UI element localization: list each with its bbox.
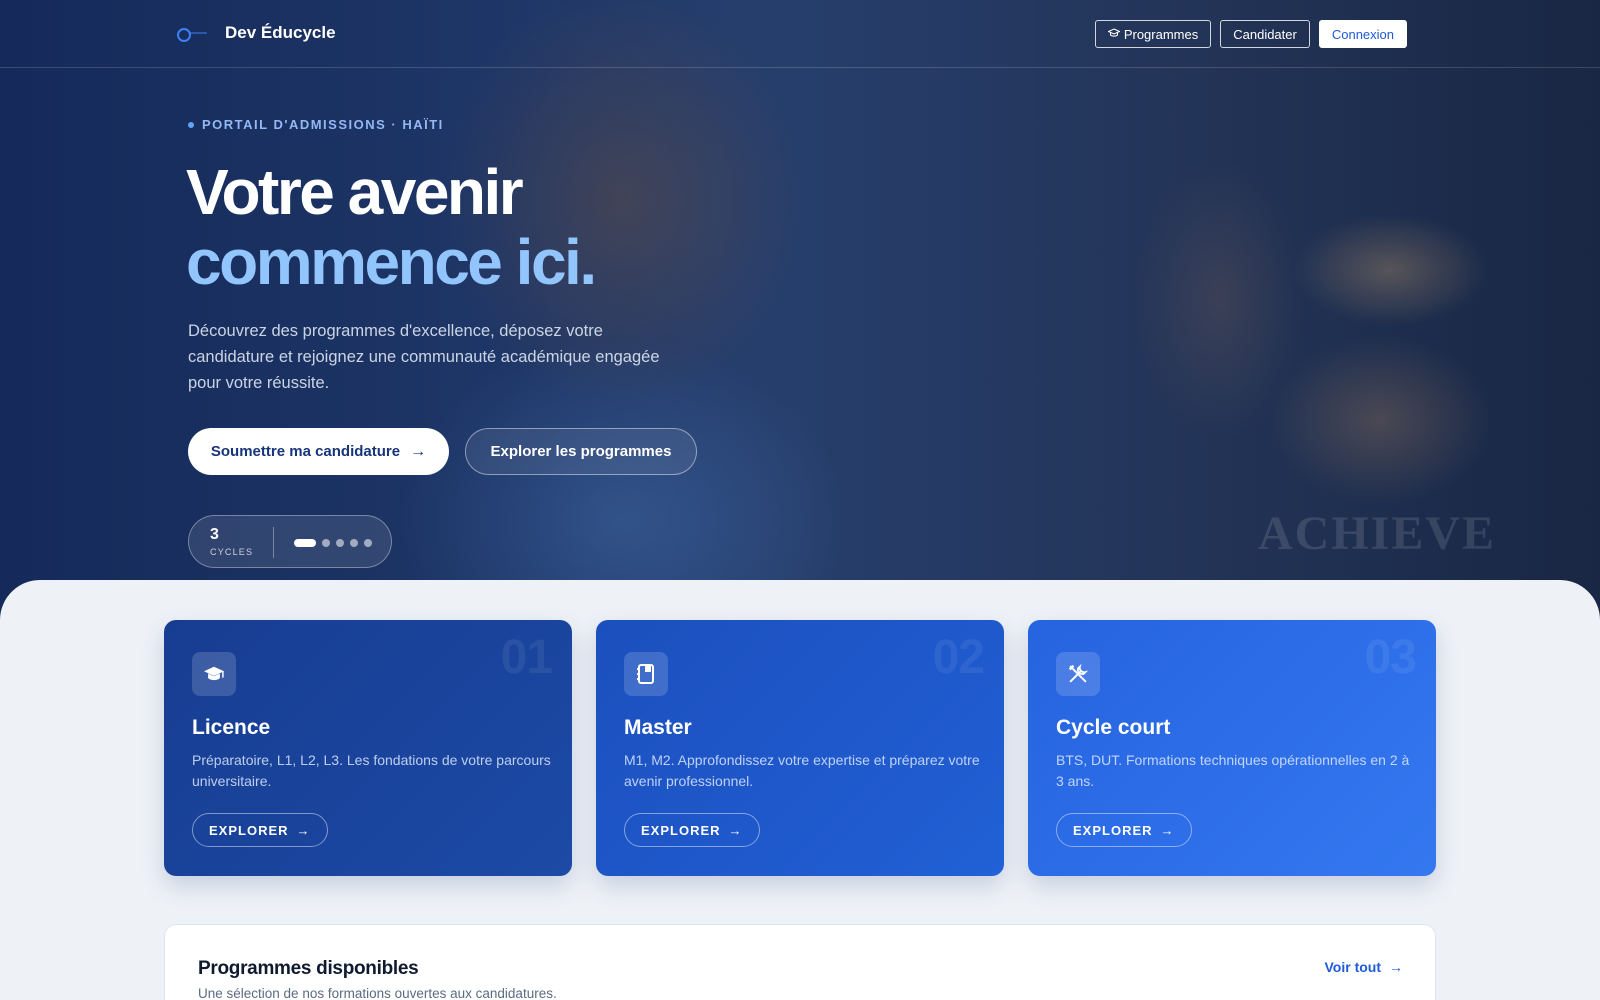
hero-eyebrow-text: PORTAIL D'ADMISSIONS · HAÏTI bbox=[202, 117, 444, 132]
card-title: Licence bbox=[192, 716, 271, 739]
cycles-label: CYCLES bbox=[210, 547, 254, 557]
cycles-count: 3 bbox=[210, 526, 219, 543]
brand-name: Dev Éducycle bbox=[225, 23, 336, 42]
carousel-dot[interactable] bbox=[350, 539, 358, 547]
hero-eyebrow: PORTAIL D'ADMISSIONS · HAÏTI bbox=[188, 117, 444, 132]
hero-title-line-2: commence ici. bbox=[186, 226, 597, 298]
submit-application-button[interactable]: Soumettre ma candidature → bbox=[188, 428, 449, 475]
nav-connexion-label: Connexion bbox=[1331, 26, 1394, 42]
card-description: Préparatoire, L1, L2, L3. Les fondations… bbox=[192, 752, 551, 789]
brand[interactable]: Dev Éducycle bbox=[172, 20, 336, 46]
carousel-dot[interactable] bbox=[364, 539, 372, 547]
carousel-dots bbox=[294, 539, 372, 547]
explore-label: EXPLORER bbox=[209, 822, 289, 838]
explore-licence-button[interactable]: EXPLORER → bbox=[192, 813, 328, 847]
brand-logo-icon bbox=[172, 20, 212, 46]
arrow-right-icon: → bbox=[728, 822, 743, 838]
top-nav: Dev Éducycle Programmes Candidater Conne… bbox=[0, 0, 1600, 68]
explore-master-button[interactable]: EXPLORER → bbox=[624, 813, 760, 847]
arrow-right-icon: → bbox=[410, 442, 427, 460]
view-all-link[interactable]: Voir tout → bbox=[1324, 959, 1403, 975]
explore-cycle-court-button[interactable]: EXPLORER → bbox=[1056, 813, 1192, 847]
program-card-cycle-court[interactable]: 03 Cycle court BTS, DUT. Formations tech… bbox=[1028, 620, 1436, 876]
card-description: M1, M2. Approfondissez votre expertise e… bbox=[624, 752, 980, 789]
card-description: BTS, DUT. Formations techniques opératio… bbox=[1056, 752, 1410, 789]
background-watermark: ACHIEVE bbox=[1258, 507, 1497, 560]
programs-subtitle: Une sélection de nos formations ouvertes… bbox=[198, 986, 557, 1000]
cycles-stat-pill: 3 CYCLES bbox=[188, 515, 392, 568]
explore-label: EXPLORER bbox=[1073, 822, 1153, 838]
nav-buttons: Programmes Candidater Connexion bbox=[1094, 20, 1407, 48]
tools-icon bbox=[1056, 652, 1100, 696]
graduation-cap-icon bbox=[192, 652, 236, 696]
eyebrow-dot-icon bbox=[188, 121, 194, 128]
stat-divider bbox=[273, 527, 274, 558]
card-title: Master bbox=[624, 716, 692, 739]
explore-label: EXPLORER bbox=[641, 822, 721, 838]
nav-candidater-button[interactable]: Candidater bbox=[1220, 20, 1310, 48]
program-card-licence[interactable]: 01 Licence Préparatoire, L1, L2, L3. Les… bbox=[164, 620, 572, 876]
book-icon bbox=[624, 652, 668, 696]
hero-section: ACHIEVE Dev Éducycle Programmes Candidat… bbox=[0, 0, 1600, 640]
explore-programs-button[interactable]: Explorer les programmes bbox=[465, 428, 697, 475]
programs-title: Programmes disponibles bbox=[198, 958, 419, 979]
card-number: 01 bbox=[500, 631, 553, 684]
explore-programs-label: Explorer les programmes bbox=[490, 443, 672, 460]
carousel-dot[interactable] bbox=[322, 539, 330, 547]
nav-connexion-button[interactable]: Connexion bbox=[1318, 20, 1407, 48]
hero-lead: Découvrez des programmes d'excellence, d… bbox=[188, 322, 660, 392]
card-number: 02 bbox=[932, 631, 985, 684]
submit-application-label: Soumettre ma candidature bbox=[210, 443, 401, 460]
graduation-cap-icon bbox=[1107, 27, 1121, 41]
arrow-right-icon: → bbox=[296, 822, 311, 838]
nav-candidater-label: Candidater bbox=[1233, 26, 1297, 42]
nav-programmes-button[interactable]: Programmes bbox=[1094, 20, 1212, 48]
nav-programmes-label: Programmes bbox=[1123, 26, 1199, 42]
programs-panel: Programmes disponibles Une sélection de … bbox=[164, 924, 1436, 1000]
program-card-master[interactable]: 02 Master M1, M2. Approfondissez votre e… bbox=[596, 620, 1004, 876]
view-all-label: Voir tout bbox=[1324, 959, 1381, 975]
hero-title-line-1: Votre avenir bbox=[186, 156, 524, 228]
card-number: 03 bbox=[1364, 631, 1417, 684]
arrow-right-icon: → bbox=[1160, 822, 1175, 838]
arrow-right-icon: → bbox=[1389, 959, 1403, 975]
carousel-dot[interactable] bbox=[336, 539, 344, 547]
carousel-dot[interactable] bbox=[294, 539, 316, 547]
card-title: Cycle court bbox=[1056, 716, 1171, 739]
